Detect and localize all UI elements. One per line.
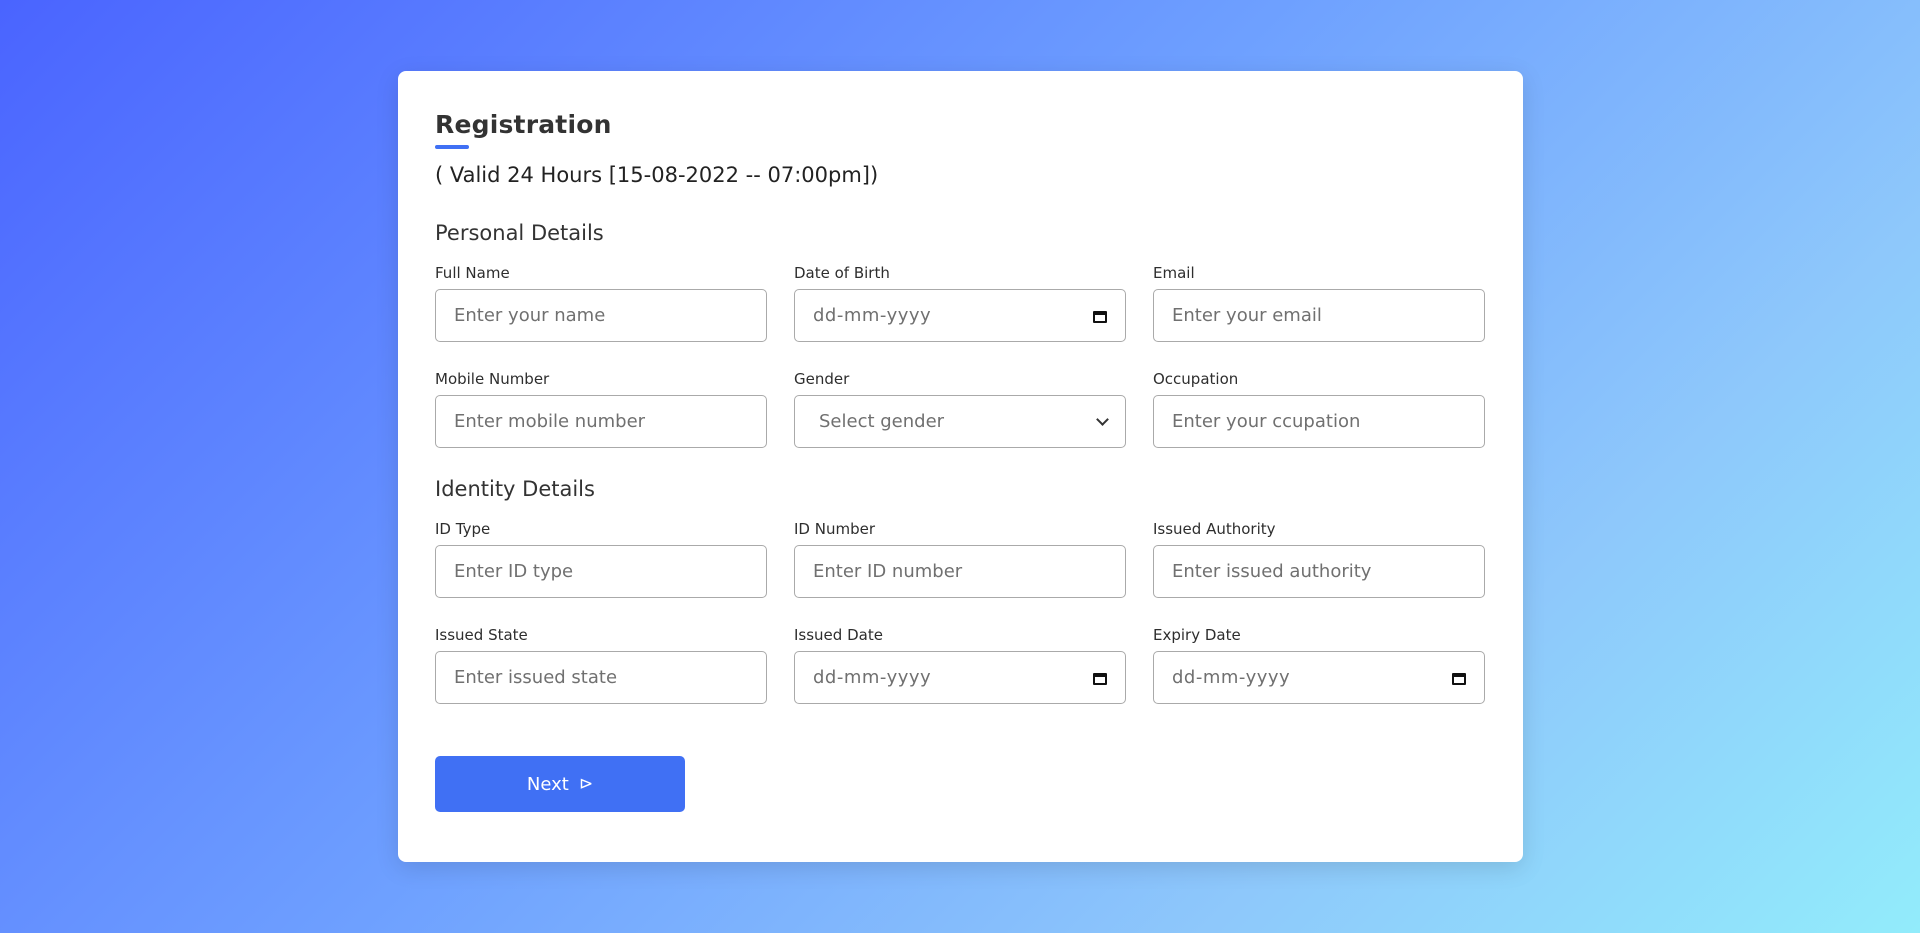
title-underline	[435, 145, 469, 149]
expiry-date-value: dd-mm-yyyy	[1172, 667, 1291, 688]
calendar-icon[interactable]	[1093, 309, 1107, 323]
gender-selected-value: Select gender	[819, 411, 945, 432]
email-input[interactable]	[1153, 289, 1485, 342]
personal-details-heading: Personal Details	[435, 221, 604, 245]
issued-state-field-group: Issued State	[435, 626, 767, 704]
issued-date-label: Issued Date	[794, 626, 883, 644]
id-number-label: ID Number	[794, 520, 875, 538]
id-type-label: ID Type	[435, 520, 491, 538]
occupation-label: Occupation	[1153, 370, 1239, 388]
expiry-date-field-group: Expiry Date dd-mm-yyyy	[1153, 626, 1485, 704]
full-name-label: Full Name	[435, 264, 510, 282]
identity-details-heading: Identity Details	[435, 477, 595, 501]
registration-card: Registration ( Valid 24 Hours [15-08-202…	[398, 71, 1523, 862]
dob-field-group: Date of Birth dd-mm-yyyy	[794, 264, 1126, 342]
gender-label: Gender	[794, 370, 850, 388]
send-icon: ⊳	[578, 774, 594, 794]
occupation-field-group: Occupation	[1153, 370, 1485, 448]
issued-authority-field-group: Issued Authority	[1153, 520, 1485, 598]
occupation-input[interactable]	[1153, 395, 1485, 448]
mobile-field-group: Mobile Number	[435, 370, 767, 448]
id-number-input[interactable]	[794, 545, 1126, 598]
mobile-label: Mobile Number	[435, 370, 550, 388]
issued-authority-label: Issued Authority	[1153, 520, 1276, 538]
issued-date-input[interactable]: dd-mm-yyyy	[794, 651, 1126, 704]
chevron-down-icon	[1096, 412, 1109, 426]
issued-date-field-group: Issued Date dd-mm-yyyy	[794, 626, 1126, 704]
id-number-field-group: ID Number	[794, 520, 1126, 598]
issued-state-label: Issued State	[435, 626, 528, 644]
page-title: Registration	[435, 110, 612, 139]
gender-select[interactable]: Select gender	[794, 395, 1126, 448]
next-button-label: Next	[526, 773, 569, 795]
email-field-group: Email	[1153, 264, 1485, 342]
dob-label: Date of Birth	[794, 264, 890, 282]
issued-state-input[interactable]	[435, 651, 767, 704]
issued-date-value: dd-mm-yyyy	[813, 667, 932, 688]
issued-authority-input[interactable]	[1153, 545, 1485, 598]
expiry-date-label: Expiry Date	[1153, 626, 1241, 644]
dob-input[interactable]: dd-mm-yyyy	[794, 289, 1126, 342]
validity-notice: ( Valid 24 Hours [15-08-2022 -- 07:00pm]…	[435, 163, 879, 187]
mobile-input[interactable]	[435, 395, 767, 448]
gender-field-group: Gender Select gender	[794, 370, 1126, 448]
full-name-input[interactable]	[435, 289, 767, 342]
expiry-date-input[interactable]: dd-mm-yyyy	[1153, 651, 1485, 704]
id-type-input[interactable]	[435, 545, 767, 598]
next-button[interactable]: Next ⊳	[435, 756, 685, 812]
email-label: Email	[1153, 264, 1195, 282]
calendar-icon[interactable]	[1452, 671, 1466, 685]
full-name-field-group: Full Name	[435, 264, 767, 342]
calendar-icon[interactable]	[1093, 671, 1107, 685]
dob-value: dd-mm-yyyy	[813, 305, 932, 326]
id-type-field-group: ID Type	[435, 520, 767, 598]
